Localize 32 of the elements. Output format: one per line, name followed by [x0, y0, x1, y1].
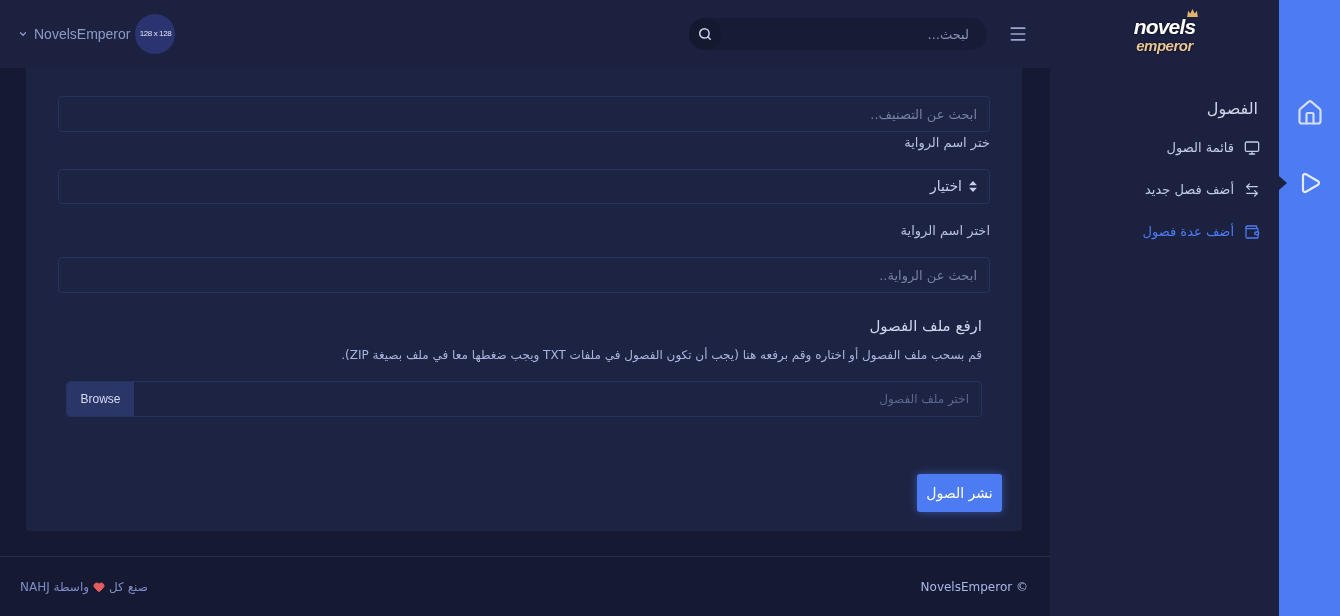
logo-subtitle: emperor	[1136, 37, 1193, 53]
upload-instructions: قم بسحب ملف الفصول أو اختاره وقم برفعه هنا (يجب أن تكون الفصول في ملفات TXT ويجب ضغطها معا في ملف بصيغة ZIP).	[340, 346, 982, 364]
field-label: اختر اسم الرواية	[900, 222, 990, 240]
menu-icon[interactable]	[1008, 24, 1028, 44]
section-title: ارفع ملف الفصول	[869, 316, 982, 336]
username[interactable]: NovelsEmperor	[34, 23, 131, 45]
home-icon[interactable]	[1295, 99, 1324, 127]
file-name-input[interactable]: اختر ملف الفصول	[134, 382, 981, 416]
category-search-field[interactable]: ابحث عن التصنيف..	[58, 96, 990, 132]
monitor-icon	[1244, 140, 1260, 156]
crown-icon	[1187, 8, 1199, 17]
left-right-arrows-icon	[1244, 182, 1260, 198]
browse-button[interactable]: Browse	[67, 382, 134, 416]
search-button[interactable]	[689, 18, 721, 50]
novel-select[interactable]: اختيار	[58, 169, 990, 204]
logo-title: novels	[1133, 15, 1196, 37]
credit-text: صنع كل	[109, 578, 148, 596]
search-icon	[698, 27, 712, 41]
copyright-text: © NovelsEmperor	[920, 578, 1028, 596]
sidebar-item[interactable]: أضف عدة فصول	[1142, 222, 1260, 242]
field-label: ختر اسم الرواية	[904, 134, 990, 152]
sidebar-item[interactable]: قائمة الصول	[1166, 138, 1260, 158]
sidebar-heading: الفصول	[1206, 99, 1258, 118]
avatar-size-label: 128 x 128	[139, 29, 172, 39]
chevron-down-icon[interactable]	[18, 29, 28, 39]
credit-author: واسطة NAHJ	[20, 578, 90, 596]
publish-button[interactable]: نشر الصول	[917, 474, 1002, 512]
novel-search-field[interactable]: ابحث عن الرواية..	[58, 257, 990, 293]
sidebar-item[interactable]: أضف فصل جديد	[1145, 180, 1260, 200]
heart-icon	[93, 580, 106, 593]
wallet-icon	[1244, 224, 1260, 240]
sort-icon	[969, 181, 977, 192]
